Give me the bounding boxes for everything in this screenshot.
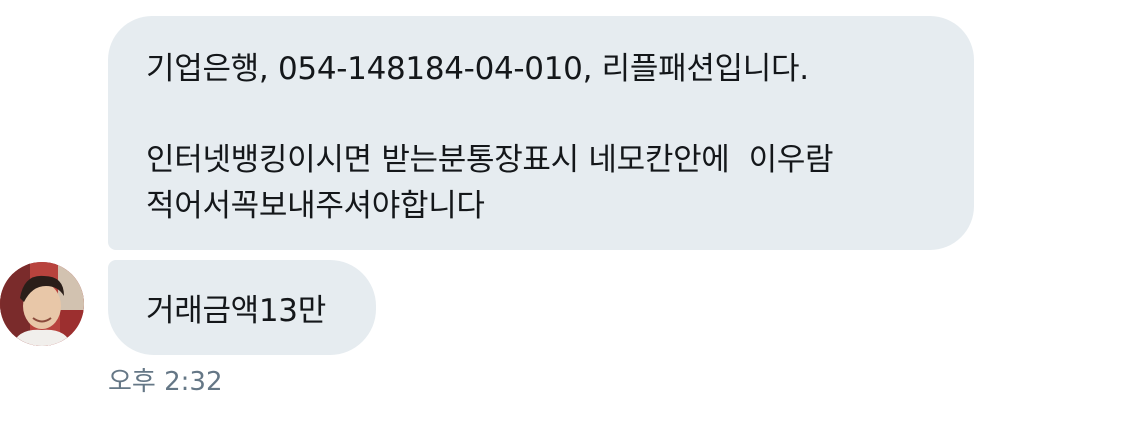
message-text: 인터넷뱅킹이시면 받는분통장표시 네모칸안에 이우람 — [146, 142, 834, 178]
message-text: 기업은행, 054-148184-04-010, 리플패션입니다. — [146, 51, 809, 87]
message-text: 거래금액13만 — [146, 293, 326, 329]
message-thread: 기업은행, 054-148184-04-010, 리플패션입니다. 인터넷뱅킹이… — [0, 0, 1125, 422]
message-bubble[interactable]: 기업은행, 054-148184-04-010, 리플패션입니다. 인터넷뱅킹이… — [108, 16, 974, 250]
message-text: 적어서꼭보내주셔야합니다 — [146, 188, 485, 224]
message-timestamp: 오후 2:32 — [108, 367, 223, 397]
message-bubble[interactable]: 거래금액13만 — [108, 260, 376, 355]
avatar-photo — [0, 262, 84, 346]
sender-avatar[interactable] — [0, 262, 84, 346]
